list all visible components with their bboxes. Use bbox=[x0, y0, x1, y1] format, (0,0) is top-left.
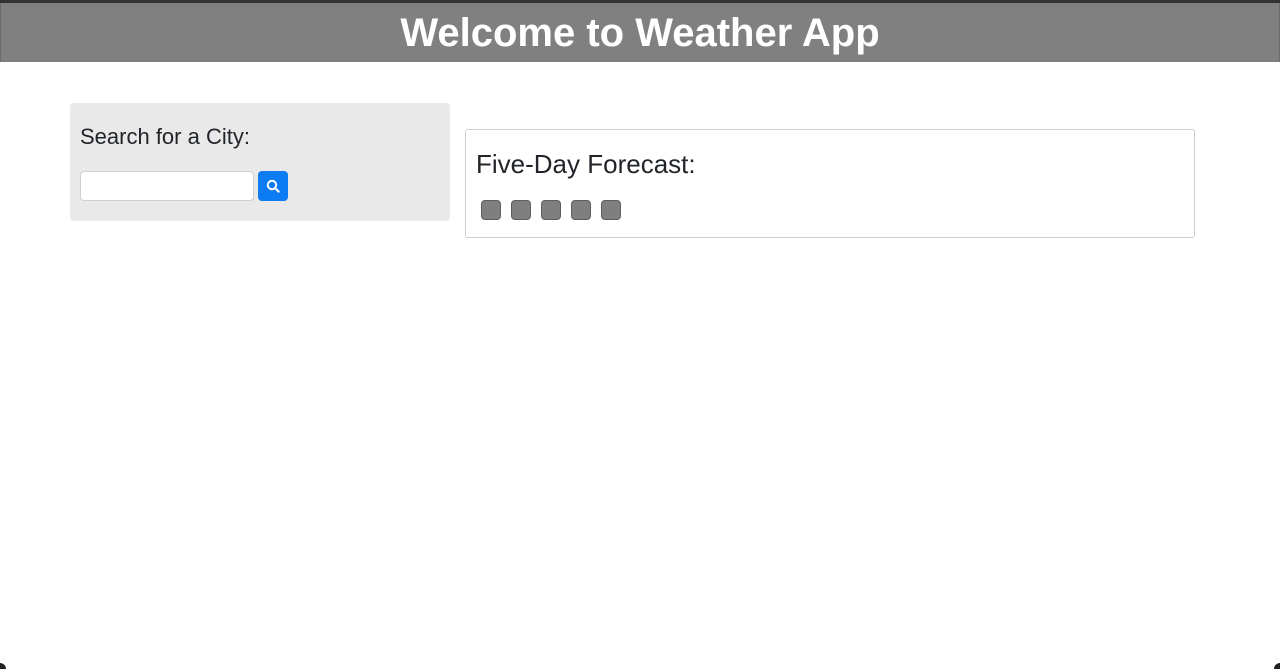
forecast-day-card bbox=[541, 200, 561, 220]
forecast-days bbox=[481, 200, 621, 220]
forecast-day-card bbox=[481, 200, 501, 220]
page-title: Welcome to Weather App bbox=[400, 11, 880, 55]
window-corner bbox=[0, 663, 6, 669]
search-button[interactable] bbox=[258, 171, 288, 201]
forecast-title: Five-Day Forecast: bbox=[476, 149, 696, 179]
search-panel: Search for a City: bbox=[70, 103, 450, 221]
city-search-input[interactable] bbox=[80, 171, 254, 201]
search-title: Search for a City: bbox=[80, 124, 250, 149]
forecast-panel: Five-Day Forecast: bbox=[465, 129, 1195, 238]
app-header: Welcome to Weather App bbox=[0, 3, 1280, 62]
forecast-day-card bbox=[571, 200, 591, 220]
forecast-day-card bbox=[511, 200, 531, 220]
window-corner bbox=[1274, 663, 1280, 669]
forecast-day-card bbox=[601, 200, 621, 220]
search-icon bbox=[266, 179, 280, 193]
